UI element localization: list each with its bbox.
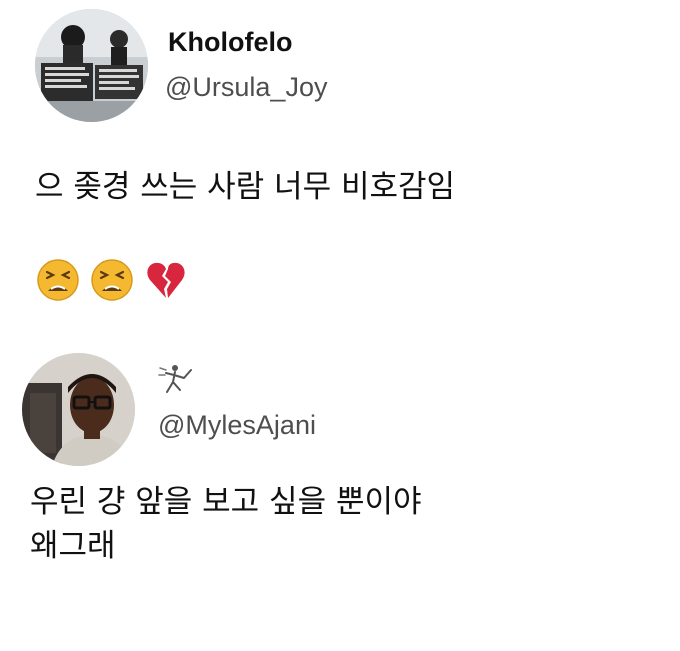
display-name[interactable]: Kholofelo: [168, 27, 292, 58]
running-figure-icon: [158, 365, 192, 393]
user-handle[interactable]: @MylesAjani: [158, 410, 316, 441]
tweet-card: Kholofelo @Ursula_Joy 으 좆경 쓰는 사람 너무 비호감임: [0, 0, 680, 330]
tweet-card: @MylesAjani 우린 걍 앞을 보고 싶을 뿐이야 왜그래: [0, 345, 680, 651]
user-handle[interactable]: @Ursula_Joy: [165, 72, 327, 103]
tweet-text: 으 좆경 쓰는 사람 너무 비호감임: [35, 169, 456, 205]
tired-face-emoji: [91, 259, 133, 301]
tweet-text: 우린 걍 앞을 보고 싶을 뿐이야 왜그래: [30, 484, 422, 564]
avatar[interactable]: [35, 9, 148, 122]
broken-heart-emoji: [147, 262, 185, 298]
tired-face-emoji: [37, 259, 79, 301]
avatar[interactable]: [22, 353, 135, 466]
